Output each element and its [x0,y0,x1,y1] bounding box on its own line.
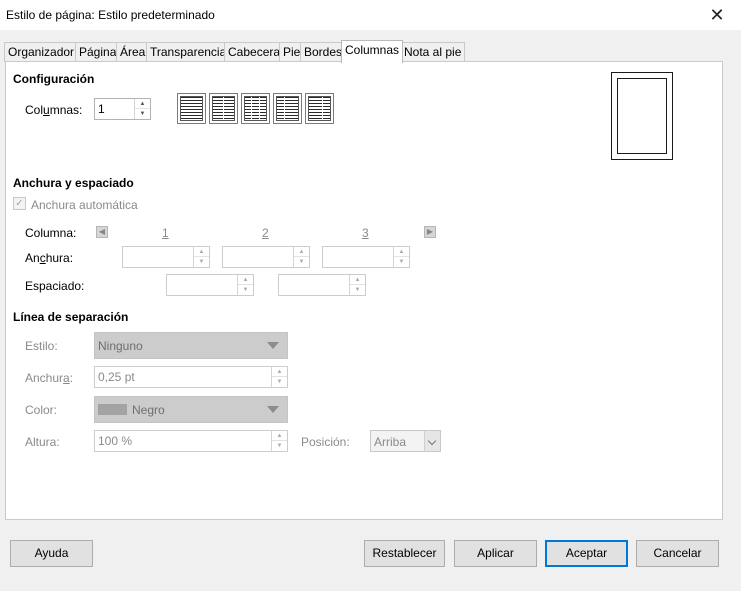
section-heading-anchura-espaciado: Anchura y espaciado [13,176,134,190]
stepper-down-icon[interactable]: ▼ [294,257,309,267]
spacing-label: Espaciado: [25,279,85,293]
reset-button[interactable]: Restablecer [364,540,445,567]
preset-two-columns-left[interactable] [273,93,302,124]
tab-organizador[interactable]: Organizador [4,42,79,62]
stepper-up-icon[interactable]: ▲ [394,247,409,257]
ok-button[interactable]: Aceptar [545,540,628,567]
tab-cabecera[interactable]: Cabecera [224,42,285,62]
column-number-2: 2 [262,226,269,240]
tab-area[interactable]: Área [116,42,150,62]
chevron-down-icon [267,406,279,413]
section-heading-configuracion: Configuración [13,72,95,86]
position-select[interactable]: Arriba [370,430,441,452]
column-2-width-field[interactable]: ▲ ▼ [222,246,310,268]
height-label: Altura: [25,435,60,449]
style-label: Estilo: [25,339,58,353]
stepper-up-icon[interactable]: ▲ [272,431,287,441]
page-preview [611,72,673,160]
close-icon[interactable]: ✕ [706,4,728,26]
color-value: Negro [132,403,165,417]
tab-nota-al-pie[interactable]: Nota al pie [400,42,466,62]
stepper-up-icon[interactable]: ▲ [135,99,150,109]
color-swatch [98,404,127,415]
stepper-up-icon[interactable]: ▲ [194,247,209,257]
line-height-field[interactable]: 100 % ▲ ▼ [94,430,288,452]
auto-width-label: Anchura automática [31,198,138,212]
spacing-2-field[interactable]: ▲ ▼ [278,274,366,296]
position-label: Posición: [301,435,350,449]
position-value: Arriba [374,435,407,449]
tab-transparencia[interactable]: Transparencia [146,42,231,62]
column-1-width-field[interactable]: ▲ ▼ [122,246,210,268]
stepper-down-icon[interactable]: ▼ [238,285,253,295]
cancel-button[interactable]: Cancelar [636,540,719,567]
stepper-down-icon[interactable]: ▼ [194,257,209,267]
preset-three-columns[interactable] [241,93,270,124]
tab-bordes[interactable]: Bordes [300,42,347,62]
style-value: Ninguno [98,339,143,353]
columns-value: 1 [98,102,105,116]
chevron-down-icon [267,342,279,349]
style-select[interactable]: Ninguno [94,332,288,359]
preset-one-column[interactable] [177,93,206,124]
apply-button[interactable]: Aplicar [454,540,537,567]
width-label: Anchura: [25,251,74,265]
preset-two-columns[interactable] [209,93,238,124]
arrow-right-icon[interactable]: ▶ [424,226,436,238]
columns-label: Columnas: [25,103,83,117]
stepper-up-icon[interactable]: ▲ [238,275,253,285]
tab-pagina[interactable]: Página [75,42,121,62]
stepper-up-icon[interactable]: ▲ [272,367,287,377]
stepper-down-icon[interactable]: ▼ [135,109,150,119]
column-3-width-field[interactable]: ▲ ▼ [322,246,410,268]
column-label: Columna: [25,226,77,240]
stepper-down-icon[interactable]: ▼ [350,285,365,295]
line-width-field[interactable]: 0,25 pt ▲ ▼ [94,366,288,388]
preset-two-columns-right[interactable] [305,93,334,124]
chevron-down-icon [424,431,440,451]
column-number-3: 3 [362,226,369,240]
stepper-buttons: ▲ ▼ [134,99,150,119]
stepper-up-icon[interactable]: ▲ [294,247,309,257]
section-heading-linea-separacion: Línea de separación [13,310,129,324]
auto-width-checkbox[interactable]: ✓ [13,197,26,210]
color-select[interactable]: Negro [94,396,288,423]
arrow-left-icon[interactable]: ◀ [96,226,108,238]
stepper-down-icon[interactable]: ▼ [272,377,287,387]
stepper-down-icon[interactable]: ▼ [394,257,409,267]
column-number-1: 1 [162,226,169,240]
line-width-label: Anchura: [25,371,74,385]
spacing-1-field[interactable]: ▲ ▼ [166,274,254,296]
dialog-title: Estilo de página: Estilo predeterminado [6,8,215,22]
stepper-down-icon[interactable]: ▼ [272,441,287,451]
page-preview-column [617,78,667,154]
line-width-value: 0,25 pt [98,370,135,384]
color-label: Color: [25,403,58,417]
tab-columnas[interactable]: Columnas [341,40,404,63]
columns-stepper[interactable]: 1 ▲ ▼ [94,98,151,120]
help-button[interactable]: Ayuda [10,540,93,567]
line-height-value: 100 % [98,434,133,448]
stepper-up-icon[interactable]: ▲ [350,275,365,285]
